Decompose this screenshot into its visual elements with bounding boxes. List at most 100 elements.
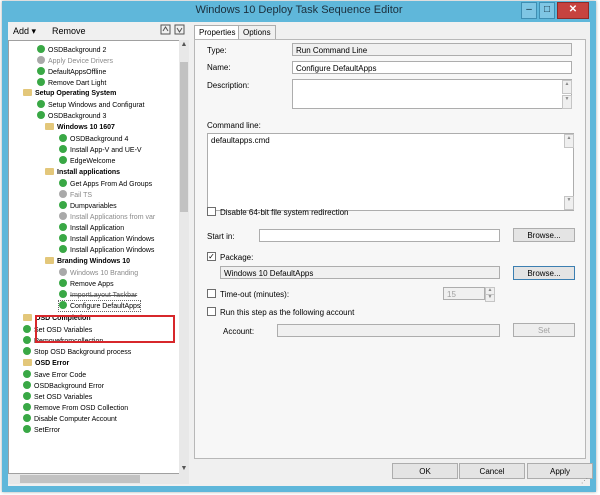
check-icon <box>59 145 67 153</box>
folder-icon <box>45 123 54 130</box>
tree-step[interactable]: OSDBackground Error <box>23 381 104 391</box>
command-line-field[interactable]: defaultapps.cmd <box>207 133 574 211</box>
tree-item-label: Install Applications from var <box>70 214 156 221</box>
tree-step[interactable]: Get Apps From Ad Groups <box>59 179 152 189</box>
tree-group[interactable]: Windows 10 1607 <box>45 123 115 133</box>
tree-item-label: DefaultAppsOffline <box>48 69 107 76</box>
start-in-field[interactable] <box>259 229 500 242</box>
tree-group[interactable]: Install applications <box>45 168 120 178</box>
timeout-checkbox[interactable] <box>207 289 216 298</box>
task-sequence-tree[interactable]: OSDBackground 2 Apply Device Drivers Defau… <box>8 40 180 474</box>
check-icon <box>37 111 45 119</box>
name-field[interactable]: Configure DefaultApps <box>292 61 572 74</box>
disabled-step-icon <box>37 56 45 64</box>
tree-item-label: Fail TS <box>70 192 93 199</box>
tree-step[interactable]: Remove Dart Light <box>37 78 106 88</box>
type-label: Type: <box>207 46 227 55</box>
tree-toolbar: Add ▾ Remove <box>8 22 188 40</box>
disabled-step-icon <box>59 268 67 276</box>
tab-options[interactable]: Options <box>238 25 276 39</box>
description-scroll-up-icon[interactable]: ▲ <box>562 80 572 94</box>
check-icon <box>23 381 31 389</box>
scroll-thumb[interactable] <box>180 62 188 212</box>
tree-step[interactable]: Fail TS <box>59 190 92 200</box>
tree-step[interactable]: EdgeWelcome <box>59 156 115 166</box>
package-browse-button[interactable]: Browse... <box>513 266 575 280</box>
tree-step[interactable]: Install Application <box>59 223 124 233</box>
check-icon <box>59 179 67 187</box>
tree-step[interactable]: Install Application Windows <box>59 245 154 255</box>
move-up-icon[interactable] <box>160 24 171 37</box>
tree-step[interactable]: Save Error Code <box>23 370 86 380</box>
tree-step[interactable]: Disable Computer Account <box>23 414 117 424</box>
start-in-browse-button[interactable]: Browse... <box>513 228 575 242</box>
close-button[interactable]: ✕ <box>557 2 589 19</box>
set-account-button[interactable]: Set <box>513 323 575 337</box>
disabled-step-icon <box>59 190 67 198</box>
tree-step[interactable]: Remove Apps <box>59 279 114 289</box>
remove-button[interactable]: Remove <box>52 26 86 36</box>
scroll-up-icon[interactable]: ▲ <box>179 40 189 50</box>
folder-icon <box>23 89 32 96</box>
timeout-down-icon[interactable]: ▼ <box>485 294 495 302</box>
tree-step[interactable]: SetError <box>23 425 60 435</box>
minimize-button[interactable]: – <box>521 2 537 19</box>
check-icon <box>23 325 31 333</box>
tree-step[interactable]: OSDBackground 2 <box>37 45 106 55</box>
tree-step[interactable]: Install App-V and UE-V <box>59 145 142 155</box>
tree-item-label: Remove From OSD Collection <box>34 405 129 412</box>
tree-item-label: EdgeWelcome <box>70 158 116 165</box>
tree-step[interactable]: Apply Device Drivers <box>37 56 113 66</box>
properties-panel: Type: Run Command Line Name: Configure D… <box>194 39 586 459</box>
tree-group[interactable]: OSD Error <box>23 359 69 369</box>
hscroll-thumb[interactable] <box>20 475 140 483</box>
tree-item-label: Configure DefaultApps <box>70 303 141 310</box>
resize-grip-icon[interactable]: ⋰ <box>581 477 589 485</box>
tree-step[interactable]: Install Applications from var <box>59 212 155 222</box>
move-down-icon[interactable] <box>174 24 185 37</box>
tree-step[interactable]: OSDBackground 4 <box>59 134 128 144</box>
tree-group[interactable]: Setup Operating System <box>23 89 116 99</box>
tree-step[interactable]: Windows 10 Branding <box>59 268 138 278</box>
check-icon <box>59 290 67 298</box>
description-scroll-down-icon[interactable]: ▼ <box>562 95 572 109</box>
check-icon <box>23 336 31 344</box>
run-as-checkbox[interactable] <box>207 307 216 316</box>
tree-step[interactable]: Install Application Windows <box>59 234 154 244</box>
tree-step[interactable]: Set OSD Variables <box>23 392 92 402</box>
command-scroll-up-icon[interactable]: ▲ <box>564 134 574 148</box>
check-icon <box>59 223 67 231</box>
tree-item-label: Apply Device Drivers <box>48 58 113 65</box>
tree-step[interactable]: Dumpvariables <box>59 201 117 211</box>
title-bar[interactable]: Windows 10 Deploy Task Sequence Editor –… <box>2 1 596 21</box>
tree-vertical-scrollbar[interactable]: ▲ ▼ <box>179 40 189 474</box>
tree-group[interactable]: Branding Windows 10 <box>45 257 130 267</box>
disable-64bit-checkbox[interactable] <box>207 207 216 216</box>
cancel-button[interactable]: Cancel <box>459 463 525 479</box>
scroll-down-icon[interactable]: ▼ <box>179 464 189 474</box>
check-icon <box>23 370 31 378</box>
tree-item-label: OSD Error <box>35 360 70 367</box>
tree-step[interactable]: Configure DefaultApps <box>57 300 142 312</box>
tree-step[interactable]: ImportLayout Taskbar <box>59 290 137 300</box>
check-icon <box>59 201 67 209</box>
start-in-label: Start in: <box>207 232 235 241</box>
add-menu-button[interactable]: Add ▾ <box>13 26 36 37</box>
tree-item-label: Setup Operating System <box>35 90 117 97</box>
tab-properties[interactable]: Properties <box>194 25 241 40</box>
tree-item-label: Windows 10 1607 <box>57 124 115 131</box>
tree-step[interactable]: Remove From OSD Collection <box>23 403 128 413</box>
tree-item-label: OSDBackground 4 <box>70 136 129 143</box>
command-scroll-down-icon[interactable]: ▼ <box>564 196 574 210</box>
tree-step[interactable]: Setup Windows and Configurat <box>37 100 145 110</box>
tree-step[interactable]: DefaultAppsOffline <box>37 67 106 77</box>
package-checkbox[interactable]: ✓ <box>207 252 216 261</box>
maximize-button[interactable]: □ <box>539 2 555 19</box>
ok-button[interactable]: OK <box>392 463 458 479</box>
tree-item-label: Set OSD Variables <box>34 394 93 401</box>
tree-horizontal-scrollbar[interactable] <box>8 474 189 484</box>
description-field[interactable] <box>292 79 572 109</box>
tree-step[interactable]: OSDBackground 3 <box>37 111 106 121</box>
tree-step[interactable]: Stop OSD Background process <box>23 347 131 357</box>
timeout-stepper[interactable]: 15 <box>443 287 485 300</box>
